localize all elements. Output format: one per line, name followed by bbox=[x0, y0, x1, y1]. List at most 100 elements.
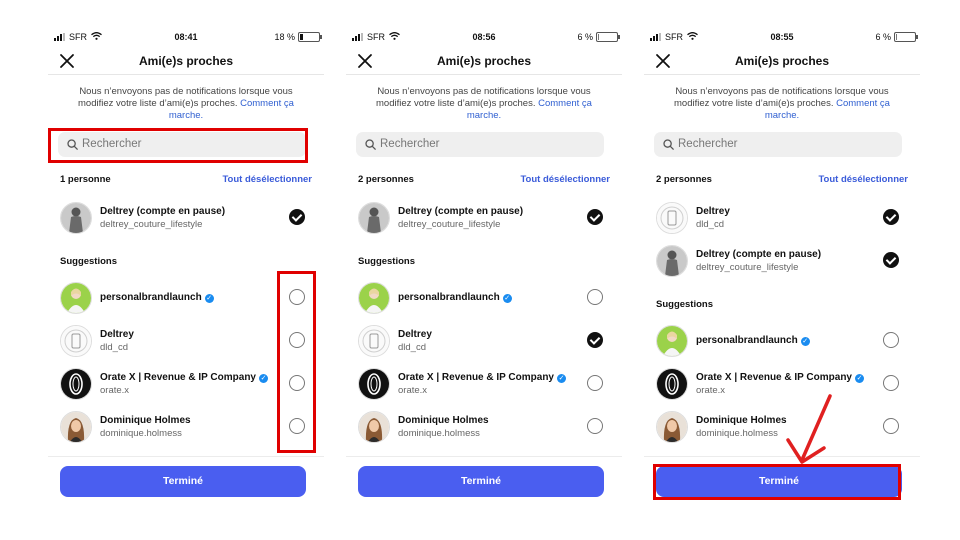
contact-row-deltrey[interactable]: Deltrey dld_cd bbox=[656, 202, 904, 238]
contact-handle: dld_cd bbox=[696, 219, 724, 230]
empty-circle-checkbox[interactable] bbox=[883, 418, 899, 434]
contact-row-dominique[interactable]: Dominique Holmes dominique.holmess bbox=[60, 411, 308, 447]
contact-name: Dominique Holmes bbox=[398, 415, 489, 426]
phone-avatar bbox=[656, 202, 688, 234]
list-fade-divider bbox=[346, 444, 622, 457]
woman-avatar bbox=[656, 411, 688, 443]
contact-handle: dominique.holmess bbox=[398, 428, 480, 439]
suggestions-heading: Suggestions bbox=[60, 256, 118, 267]
contact-name: personalbrandlaunch ✓ bbox=[696, 335, 810, 346]
phone-avatar bbox=[60, 325, 92, 357]
search-input[interactable]: Rechercher bbox=[654, 132, 902, 157]
contact-name-text: Deltrey bbox=[398, 329, 432, 340]
contact-name: Orate X | Revenue & IP Company ✓ bbox=[100, 372, 268, 383]
battery-level bbox=[300, 34, 303, 40]
verified-badge-icon: ✓ bbox=[800, 337, 810, 346]
contact-row-deltrey-pause[interactable]: Deltrey (compte en pause) deltrey_couture… bbox=[60, 202, 308, 238]
selected-count: 2 personnes bbox=[656, 174, 712, 185]
contact-name-text: personalbrandlaunch bbox=[696, 335, 798, 346]
contact-name-text: Deltrey bbox=[696, 206, 730, 217]
suggestions-heading: Suggestions bbox=[358, 256, 416, 267]
checked-circle-icon[interactable] bbox=[587, 209, 603, 225]
done-button[interactable]: Terminé bbox=[358, 466, 604, 497]
contact-row-deltrey-pause[interactable]: Deltrey (compte en pause) deltrey_couture… bbox=[656, 245, 904, 281]
phone-screen-3: SFR 08:55 6 % Ami(e)s proches Nous n’envoyon… bbox=[644, 0, 920, 540]
contact-name-text: Deltrey (compte en pause) bbox=[100, 206, 226, 217]
logo-avatar bbox=[60, 368, 92, 400]
contact-name-text: Dominique Holmes bbox=[100, 415, 191, 426]
empty-circle-checkbox[interactable] bbox=[587, 375, 603, 391]
search-input[interactable]: Rechercher bbox=[356, 132, 604, 157]
deselect-all-link[interactable]: Tout désélectionner bbox=[520, 174, 610, 185]
contact-row-dominique[interactable]: Dominique Holmes dominique.holmess bbox=[656, 411, 904, 447]
contact-name-text: personalbrandlaunch bbox=[100, 292, 202, 303]
contact-row-personalbrandlaunch[interactable]: personalbrandlaunch ✓ bbox=[656, 325, 904, 361]
contact-name: personalbrandlaunch ✓ bbox=[398, 292, 512, 303]
brand-avatar bbox=[60, 282, 92, 314]
brand-avatar bbox=[358, 282, 390, 314]
contact-handle: orate.x bbox=[398, 385, 428, 396]
contact-name-text: Orate X | Revenue & IP Company bbox=[696, 372, 852, 383]
contact-handle: deltrey_couture_lifestyle bbox=[100, 219, 203, 230]
status-bar: SFR 08:41 18 % bbox=[48, 32, 324, 46]
battery-percent: 6 % bbox=[875, 32, 891, 42]
person-avatar bbox=[358, 202, 390, 234]
contact-name-text: Deltrey (compte en pause) bbox=[696, 249, 822, 260]
suggestions-heading: Suggestions bbox=[656, 299, 714, 310]
header: Ami(e)s proches bbox=[48, 50, 324, 75]
empty-circle-checkbox[interactable] bbox=[883, 332, 899, 348]
status-right: 6 % bbox=[875, 32, 918, 42]
contact-handle: dominique.holmess bbox=[100, 428, 182, 439]
contact-row-deltrey[interactable]: Deltrey dld_cd bbox=[60, 325, 308, 361]
battery-level bbox=[896, 34, 897, 40]
status-bar: SFR 08:56 6 % bbox=[346, 32, 622, 46]
contact-handle: dld_cd bbox=[398, 342, 426, 353]
battery-icon bbox=[894, 32, 918, 42]
contact-handle: orate.x bbox=[100, 385, 130, 396]
contact-row-orate[interactable]: Orate X | Revenue & IP Company ✓ orate.x bbox=[60, 368, 308, 404]
contact-name: Deltrey (compte en pause) bbox=[100, 206, 225, 217]
verified-badge-icon: ✓ bbox=[557, 374, 566, 383]
woman-avatar bbox=[60, 411, 92, 443]
checked-circle-icon[interactable] bbox=[587, 332, 603, 348]
empty-circle-checkbox[interactable] bbox=[883, 375, 899, 391]
info-notice: Nous n’envoyons pas de notifications lor… bbox=[366, 86, 602, 122]
battery-percent: 18 % bbox=[274, 32, 295, 42]
red-arrow-icon bbox=[784, 390, 844, 470]
battery-icon bbox=[298, 32, 322, 42]
contact-handle: orate.x bbox=[696, 385, 726, 396]
status-right: 18 % bbox=[274, 32, 322, 42]
contact-row-dominique[interactable]: Dominique Holmes dominique.holmess bbox=[358, 411, 606, 447]
status-bar: SFR 08:55 6 % bbox=[644, 32, 920, 46]
checked-circle-icon[interactable] bbox=[289, 209, 305, 225]
verified-badge-icon: ✓ bbox=[502, 294, 512, 303]
contact-handle: dominique.holmess bbox=[696, 428, 778, 439]
logo-avatar bbox=[358, 368, 390, 400]
checked-circle-icon[interactable] bbox=[883, 209, 899, 225]
empty-circle-checkbox[interactable] bbox=[587, 418, 603, 434]
contact-row-deltrey[interactable]: Deltrey dld_cd bbox=[358, 325, 606, 361]
selected-count: 2 personnes bbox=[358, 174, 414, 185]
deselect-all-link[interactable]: Tout désélectionner bbox=[222, 174, 312, 185]
battery-level bbox=[598, 34, 599, 40]
contact-row-personalbrandlaunch[interactable]: personalbrandlaunch ✓ bbox=[60, 282, 308, 318]
contact-row-deltrey-pause[interactable]: Deltrey (compte en pause) deltrey_couture… bbox=[358, 202, 606, 238]
checked-circle-icon[interactable] bbox=[883, 252, 899, 268]
contact-name-text: Dominique Holmes bbox=[696, 415, 787, 426]
search-placeholder: Rechercher bbox=[380, 138, 440, 150]
done-button[interactable]: Terminé bbox=[60, 466, 306, 497]
contact-name: Dominique Holmes bbox=[696, 415, 787, 426]
battery-percent: 6 % bbox=[577, 32, 593, 42]
header: Ami(e)s proches bbox=[346, 50, 622, 75]
selected-count: 1 personne bbox=[60, 174, 111, 185]
phone-screen-1: SFR 08:41 18 % Ami(e)s proches Nous n’envoyo… bbox=[48, 0, 324, 540]
contact-row-personalbrandlaunch[interactable]: personalbrandlaunch ✓ bbox=[358, 282, 606, 318]
checkbox-highlight-box bbox=[277, 271, 316, 453]
contact-row-orate[interactable]: Orate X | Revenue & IP Company ✓ orate.x bbox=[656, 368, 904, 404]
deselect-all-link[interactable]: Tout désélectionner bbox=[818, 174, 908, 185]
empty-circle-checkbox[interactable] bbox=[587, 289, 603, 305]
done-button-highlight-box bbox=[653, 464, 901, 500]
verified-badge-icon: ✓ bbox=[259, 374, 268, 383]
contact-row-orate[interactable]: Orate X | Revenue & IP Company ✓ orate.x bbox=[358, 368, 606, 404]
contact-name: Deltrey (compte en pause) bbox=[398, 206, 523, 217]
